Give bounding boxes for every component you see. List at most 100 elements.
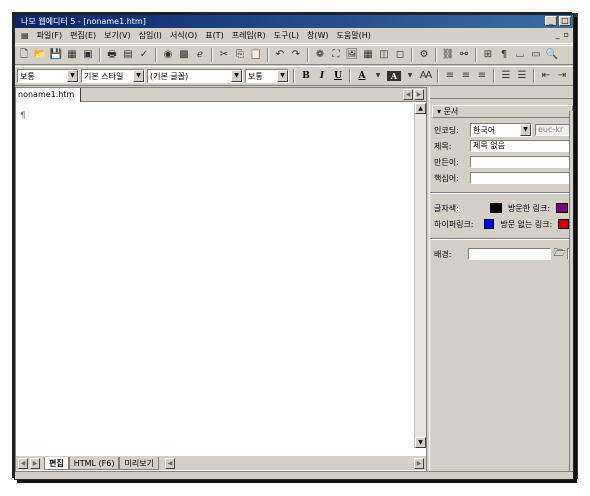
chevron-down-icon[interactable]: ▼	[231, 70, 242, 82]
cut-icon[interactable]: ✂	[217, 48, 231, 62]
publish-icon[interactable]: ▦	[65, 48, 79, 62]
scroll-up-icon[interactable]: ▲	[415, 103, 426, 114]
panel-section-header[interactable]: ▾ 문서	[432, 105, 573, 118]
insert-layer-icon[interactable]: ◻	[393, 48, 407, 62]
italic-button[interactable]: I	[315, 71, 329, 81]
insert-frame-icon[interactable]: ◫	[377, 48, 391, 62]
visited-link-color-swatch[interactable]	[556, 203, 569, 213]
text-color-swatch[interactable]	[490, 203, 502, 213]
link-icon[interactable]: ⛓	[441, 48, 455, 62]
copy-icon[interactable]: ⎘	[233, 48, 247, 62]
tab-html[interactable]: HTML (F6)	[68, 456, 120, 470]
grid-icon[interactable]: ⊞	[481, 48, 495, 62]
author-field[interactable]	[470, 156, 573, 168]
paragraph-style-select[interactable]: 보통 ▼	[17, 69, 79, 83]
menu-window[interactable]: 창(W)	[303, 30, 333, 41]
chevron-down-icon[interactable]: ▼	[133, 70, 144, 82]
toolbar-separator	[435, 48, 437, 62]
keywords-field[interactable]	[470, 172, 573, 184]
numbered-list-icon[interactable]: ☰	[499, 69, 513, 83]
restore-button[interactable]: □	[559, 16, 571, 26]
new-document-icon[interactable]: 🗋	[17, 48, 31, 62]
zoom-icon[interactable]: 🔍	[545, 48, 559, 62]
print-preview-icon[interactable]: ▤	[121, 48, 135, 62]
indent-icon[interactable]: ⇥	[555, 69, 569, 83]
menu-help[interactable]: 도움말(H)	[333, 30, 375, 41]
align-center-icon[interactable]: ≡	[459, 69, 473, 83]
preview-icon[interactable]: ▣	[81, 48, 95, 62]
menu-insert[interactable]: 삽입(I)	[135, 30, 166, 41]
chevron-down-icon[interactable]: ▼	[403, 69, 417, 83]
doc-menu-icon[interactable]: ▤	[17, 31, 33, 40]
align-left-icon[interactable]: ≡	[443, 69, 457, 83]
save-icon[interactable]: 💾	[49, 48, 63, 62]
mode-prev-icon[interactable]: ◀	[18, 457, 28, 469]
document-tab[interactable]: noname1.htm	[16, 88, 82, 102]
font-select[interactable]: (기본 글꼴) ▼	[147, 69, 243, 83]
vertical-scrollbar[interactable]: ▲ ▼	[414, 103, 426, 448]
title-field[interactable]: 제목 없음	[470, 140, 573, 152]
ie-preview-icon[interactable]: ℯ	[193, 48, 207, 62]
document-tab-label: noname1.htm	[18, 90, 75, 99]
frame-view-icon[interactable]: ▭	[529, 48, 543, 62]
insert-bookmark-icon[interactable]: ⛶	[329, 48, 343, 62]
text-style-value: 기본 스타일	[84, 71, 124, 81]
tab-edit[interactable]: 편집	[44, 456, 69, 470]
insert-hyperlink-icon[interactable]: ❁	[313, 48, 327, 62]
layout-icon[interactable]: ⌴	[513, 48, 527, 62]
minimize-button[interactable]: _	[545, 16, 557, 26]
insert-table-icon[interactable]: ▦	[361, 48, 375, 62]
align-right-icon[interactable]: ≡	[475, 69, 489, 83]
menu-view[interactable]: 보기(V)	[100, 30, 134, 41]
undo-icon[interactable]: ↶	[273, 48, 287, 62]
redo-icon[interactable]: ↷	[289, 48, 303, 62]
tab-preview[interactable]: 미리보기	[119, 456, 159, 470]
link-color-swatch[interactable]	[483, 219, 495, 229]
chevron-down-icon[interactable]: ▼	[67, 70, 78, 82]
hscroll-left-icon[interactable]: ◀	[164, 457, 175, 469]
insert-image-icon[interactable]: 🖼	[345, 48, 359, 62]
menu-format[interactable]: 서식(O)	[166, 30, 201, 41]
text-style-select[interactable]: 기본 스타일 ▼	[81, 69, 145, 83]
bullet-list-icon[interactable]: ☰	[515, 69, 529, 83]
encoding-select[interactable]: 한국어 ▼	[470, 123, 532, 137]
doc-minimize-icon[interactable]: _	[556, 30, 560, 39]
outdent-icon[interactable]: ⇤	[539, 69, 553, 83]
active-link-color-swatch[interactable]	[558, 219, 569, 229]
highlight-color-button[interactable]: A	[387, 71, 401, 81]
chevron-down-icon[interactable]: ▼	[277, 70, 288, 82]
tab-next-icon[interactable]: ▶	[414, 89, 424, 100]
chevron-down-icon[interactable]: ▾	[437, 107, 441, 116]
chevron-down-icon[interactable]: ▼	[371, 69, 385, 83]
scroll-down-icon[interactable]: ▼	[415, 437, 426, 448]
chevron-down-icon[interactable]: ▼	[520, 124, 531, 136]
menu-tools[interactable]: 도구(L)	[270, 30, 303, 41]
doc-restore-icon[interactable]: ▫	[564, 30, 569, 39]
panel-scrollbar[interactable]	[569, 111, 573, 471]
font-size-select[interactable]: 보통 ▼	[245, 69, 289, 83]
browse-folder-icon[interactable]: 🗁	[553, 247, 566, 261]
font-effects-icon[interactable]: Ꜳ	[419, 69, 433, 83]
bold-button[interactable]: B	[299, 71, 313, 81]
open-folder-icon[interactable]: 📂	[33, 48, 47, 62]
menu-frame[interactable]: 프레임(R)	[228, 30, 270, 41]
edit-canvas[interactable]: ¶	[16, 103, 414, 448]
hscroll-right-icon[interactable]: ▶	[414, 457, 424, 469]
menu-file[interactable]: 파일(F)	[33, 30, 67, 41]
mode-next-icon[interactable]: ▶	[30, 457, 40, 469]
menu-table[interactable]: 표(T)	[201, 30, 228, 41]
unlink-icon[interactable]: ⚯	[457, 48, 471, 62]
spell-check-icon[interactable]: ✓	[137, 48, 151, 62]
print-icon[interactable]: 🖶	[105, 48, 119, 62]
browser-icon[interactable]: ◉	[161, 48, 175, 62]
script-icon[interactable]: ⚙	[417, 48, 431, 62]
site-icon[interactable]: ▩	[177, 48, 191, 62]
tab-prev-icon[interactable]: ◀	[403, 89, 413, 100]
background-image-field[interactable]	[467, 248, 552, 260]
view-mode-tabs: ◀ ▶ 편집 HTML (F6) 미리보기 ◀ ▶	[16, 456, 426, 470]
font-color-button[interactable]: A	[355, 71, 369, 81]
underline-button[interactable]: U	[331, 71, 345, 81]
menu-edit[interactable]: 편집(E)	[66, 30, 100, 41]
paste-icon[interactable]: 📋	[249, 48, 263, 62]
show-marks-icon[interactable]: ¶	[497, 48, 511, 62]
